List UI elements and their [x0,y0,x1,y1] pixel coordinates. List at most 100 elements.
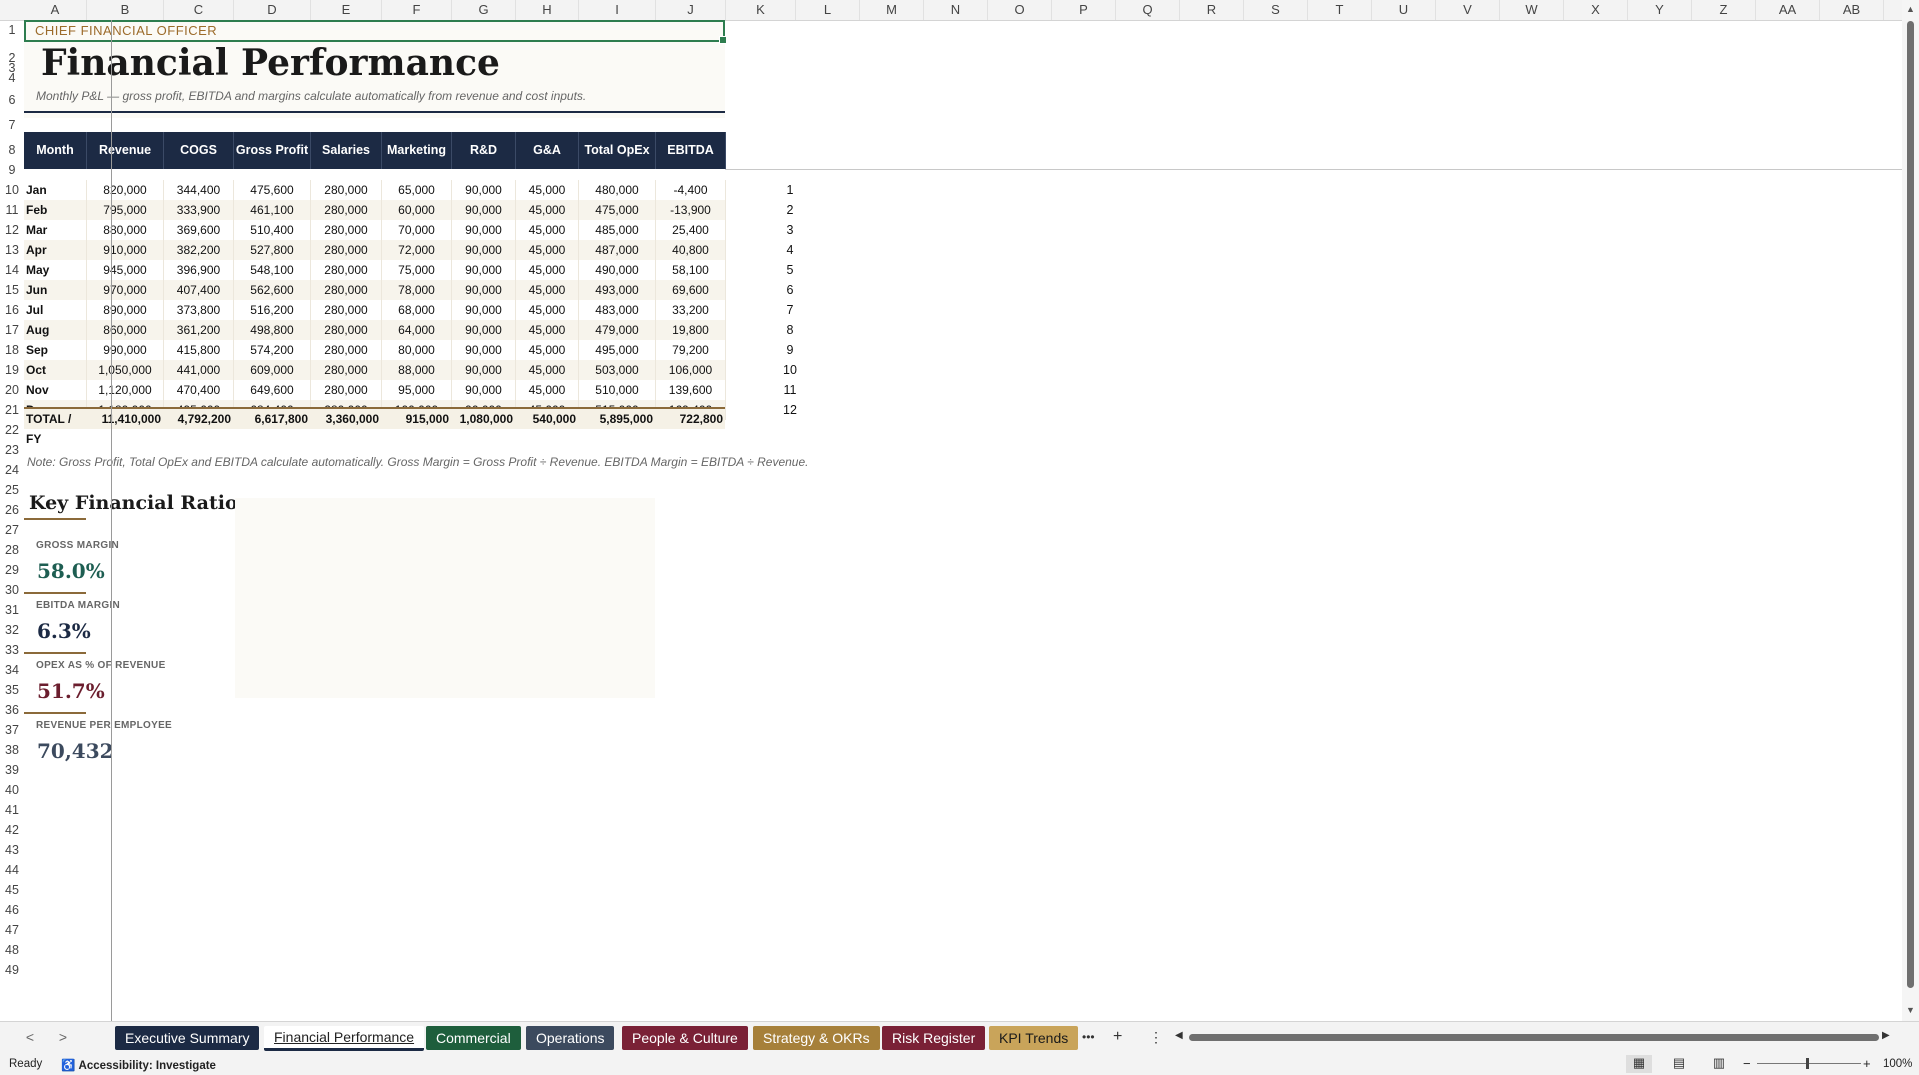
table-row[interactable]: Aug 860,000 361,200 498,800 280,000 64,000 90,… [24,320,726,340]
sheet-grid[interactable]: CHIEF FINANCIAL OFFICER Financial Perfor… [24,20,1902,1021]
value-cell[interactable]: 69,600 [656,280,726,300]
total-value-cell[interactable]: 11,410,000 [87,409,164,429]
row-header-46[interactable]: 46 [0,903,24,917]
value-cell[interactable]: 280,000 [311,340,382,360]
row-header-10[interactable]: 10 [0,183,24,197]
scroll-left-icon[interactable]: ◀ [1175,1030,1183,1041]
row-header-21[interactable]: 21 [0,403,24,417]
row-header-31[interactable]: 31 [0,603,24,617]
sheet-tab[interactable]: KPI Trends [989,1026,1079,1050]
value-cell[interactable]: 40,800 [656,240,726,260]
value-cell[interactable]: 90,000 [452,360,516,380]
value-cell[interactable]: 485,000 [579,220,656,240]
total-row[interactable]: TOTAL / FY 11,410,000 4,792,200 6,617,800 3,… [24,409,725,446]
column-header-h[interactable]: H [516,0,579,20]
tab-prev-icon[interactable]: < [21,1029,39,1045]
column-header-t[interactable]: T [1308,0,1372,20]
value-cell[interactable]: 487,000 [579,240,656,260]
index-cell[interactable]: 5 [775,263,805,277]
value-cell[interactable]: 344,400 [164,180,234,200]
table-header-cell[interactable]: COGS [164,132,234,169]
row-header-11[interactable]: 11 [0,203,24,217]
value-cell[interactable]: 65,000 [382,180,452,200]
value-cell[interactable]: 79,200 [656,340,726,360]
column-header-n[interactable]: N [924,0,988,20]
column-header-y[interactable]: Y [1628,0,1692,20]
value-cell[interactable]: 90,000 [452,260,516,280]
value-cell[interactable]: 910,000 [87,240,164,260]
value-cell[interactable]: 90,000 [452,300,516,320]
vertical-scrollbar[interactable]: ▲ ▼ [1902,0,1919,1021]
value-cell[interactable]: 90,000 [452,220,516,240]
month-cell[interactable]: Mar [24,220,87,240]
table-header-cell[interactable]: Salaries [311,132,382,169]
add-sheet-icon[interactable]: + [1113,1028,1122,1046]
table-header-cell[interactable]: EBITDA [656,132,726,169]
vertical-scroll-thumb[interactable] [1907,21,1914,988]
table-header-cell[interactable]: R&D [452,132,516,169]
column-header-k[interactable]: K [726,0,796,20]
table-header-cell[interactable]: Marketing [382,132,452,169]
row-header-36[interactable]: 36 [0,703,24,717]
value-cell[interactable]: 280,000 [311,200,382,220]
column-header-s[interactable]: S [1244,0,1308,20]
table-row[interactable]: Apr 910,000 382,200 527,800 280,000 72,000 90,… [24,240,726,260]
value-cell[interactable]: 795,000 [87,200,164,220]
value-cell[interactable]: 373,800 [164,300,234,320]
value-cell[interactable]: 649,600 [234,380,311,400]
horizontal-scrollbar[interactable]: ◀ ▶ [1175,1030,1892,1043]
row-header-1[interactable]: 1 [0,23,24,37]
total-value-cell[interactable]: 540,000 [516,409,579,429]
column-header-j[interactable]: J [656,0,726,20]
table-row[interactable]: Jun 970,000 407,400 562,600 280,000 78,000 90,… [24,280,726,300]
row-header-18[interactable]: 18 [0,343,24,357]
table-header-cell[interactable]: G&A [516,132,579,169]
zoom-slider-knob[interactable] [1806,1058,1809,1069]
month-cell[interactable]: Nov [24,380,87,400]
index-cell[interactable]: 8 [775,323,805,337]
sheet-tab[interactable]: Commercial [426,1026,521,1050]
zoom-slider[interactable] [1757,1063,1861,1064]
column-header-g[interactable]: G [452,0,516,20]
value-cell[interactable]: 495,000 [579,340,656,360]
total-label-cell[interactable]: TOTAL / FY [24,409,87,446]
row-header-20[interactable]: 20 [0,383,24,397]
value-cell[interactable]: 510,400 [234,220,311,240]
index-cell[interactable]: 4 [775,243,805,257]
value-cell[interactable]: 68,000 [382,300,452,320]
row-header-48[interactable]: 48 [0,943,24,957]
value-cell[interactable]: 483,000 [579,300,656,320]
value-cell[interactable]: 396,900 [164,260,234,280]
value-cell[interactable]: 90,000 [452,240,516,260]
table-row[interactable]: Feb 795,000 333,900 461,100 280,000 60,000 90,… [24,200,726,220]
index-cell[interactable]: 1 [775,183,805,197]
zoom-out-icon[interactable]: − [1743,1056,1751,1071]
accessibility-status[interactable]: ♿ Accessibility: Investigate [61,1058,216,1072]
column-header-a[interactable]: A [24,0,87,20]
row-header-34[interactable]: 34 [0,663,24,677]
table-row[interactable]: Mar 880,000 369,600 510,400 280,000 70,000 90,… [24,220,726,240]
value-cell[interactable]: 90,000 [452,320,516,340]
column-header-u[interactable]: U [1372,0,1436,20]
value-cell[interactable]: 45,000 [516,280,579,300]
value-cell[interactable]: 280,000 [311,300,382,320]
index-cell[interactable]: 3 [775,223,805,237]
sheet-tab[interactable]: Risk Register [882,1026,986,1050]
row-header-13[interactable]: 13 [0,243,24,257]
value-cell[interactable]: 280,000 [311,320,382,340]
value-cell[interactable]: 45,000 [516,320,579,340]
value-cell[interactable]: 80,000 [382,340,452,360]
column-header-q[interactable]: Q [1116,0,1180,20]
table-row[interactable]: Sep 990,000 415,800 574,200 280,000 80,000 90,… [24,340,726,360]
row-header-44[interactable]: 44 [0,863,24,877]
value-cell[interactable]: 280,000 [311,380,382,400]
row-header-17[interactable]: 17 [0,323,24,337]
row-header-4[interactable]: 4 [0,71,24,85]
row-header-32[interactable]: 32 [0,623,24,637]
column-header-aa[interactable]: AA [1756,0,1820,20]
month-cell[interactable]: Apr [24,240,87,260]
value-cell[interactable]: 95,000 [382,380,452,400]
row-header-49[interactable]: 49 [0,963,24,977]
value-cell[interactable]: 369,600 [164,220,234,240]
value-cell[interactable]: 58,100 [656,260,726,280]
